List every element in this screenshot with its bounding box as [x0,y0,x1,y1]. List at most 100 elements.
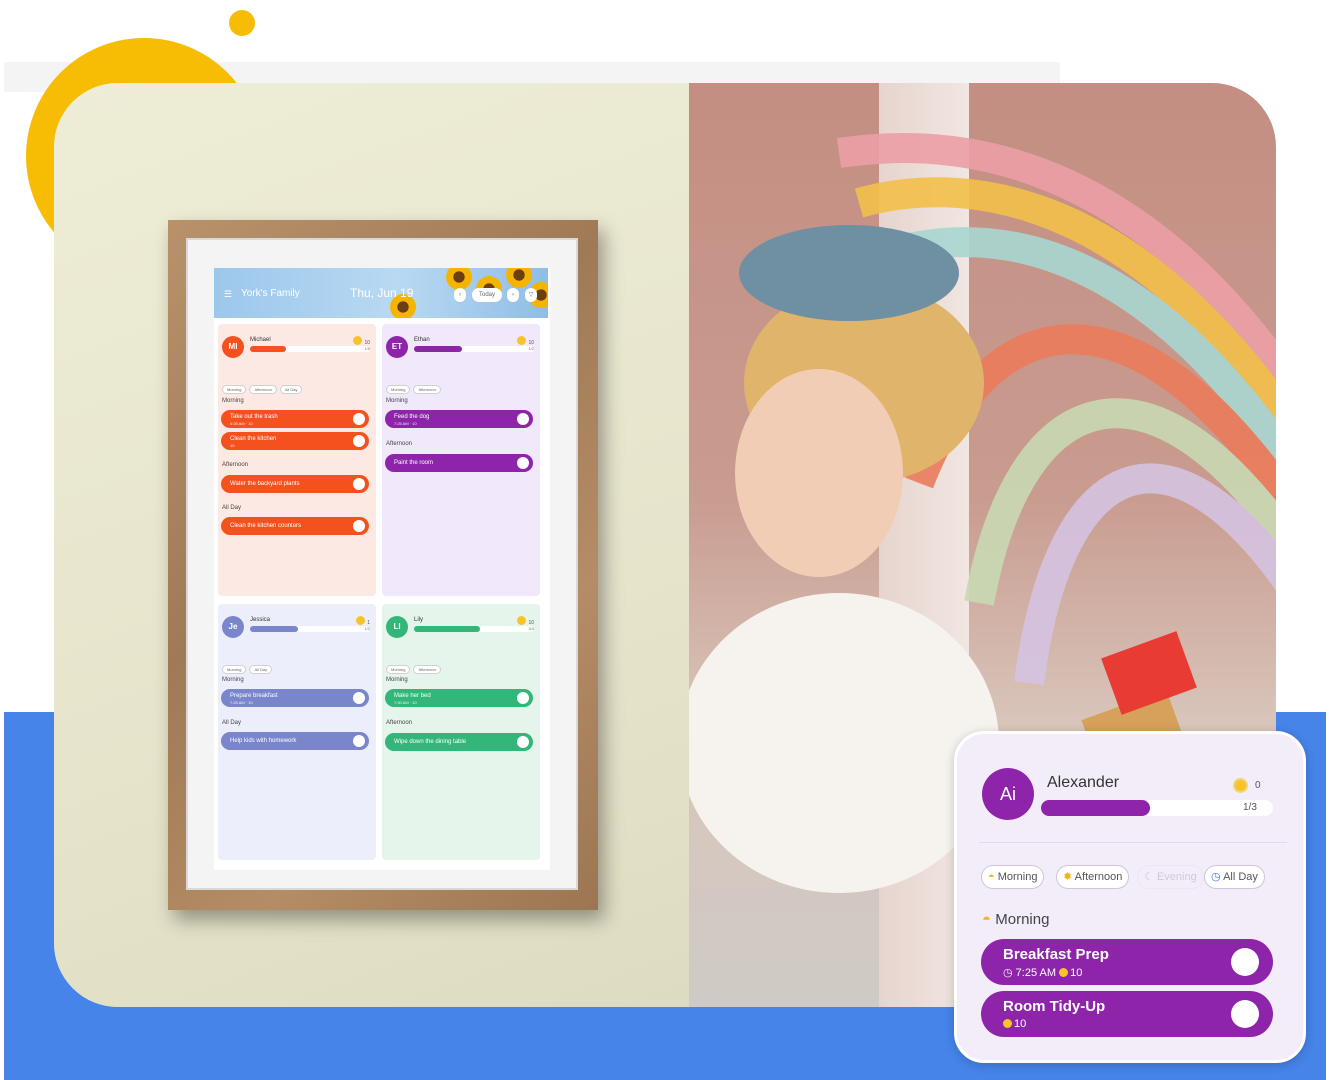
chip-morning[interactable]: Morning [386,385,411,394]
task-title: Clean the kitchen [230,436,277,442]
avatar[interactable]: Ai [982,768,1034,820]
coin-count: 1 [356,616,370,626]
progress-bar [414,346,534,352]
task-meta: 7:25 AM · 10 [394,421,417,426]
sunflower-decoration [446,268,472,290]
section-morning: Morning [386,398,408,404]
section-afternoon: Afternoon [386,720,413,726]
section-morning: Morning [222,398,244,404]
chip-morning[interactable]: Morning [386,665,411,674]
task-pill[interactable]: Clean the kitchen 10 [221,432,369,450]
task-checkbox[interactable] [517,692,529,704]
task-title: Feed the dog [394,414,430,420]
task-checkbox[interactable] [353,735,365,747]
menu-icon[interactable]: ☰ [224,289,232,300]
member-name: Lily [414,617,424,623]
clock-icon: ◷ [1003,967,1013,979]
task-title: Wipe down the dining table [394,739,467,745]
chevron-right-icon[interactable]: › [507,288,519,302]
progress-bar [250,626,370,632]
child-face [735,369,903,577]
task-checkbox[interactable] [1231,948,1259,976]
screen-header: ☰ York's Family Thu, Jun 19 ‹ Today › ▽ [214,268,548,318]
section-afternoon: Afternoon [386,441,413,447]
divider [979,842,1287,843]
member-name: Ethan [414,337,430,343]
task-time: 7:25 AM [1015,967,1057,979]
avatar[interactable]: ET [386,336,408,358]
brush-bristles [1101,631,1197,715]
task-pill[interactable]: Water the backyard plants [221,475,369,493]
task-checkbox[interactable] [353,413,365,425]
progress-fill [414,626,480,632]
task-pill-room-tidy-up[interactable]: Room Tidy-Up 10 [981,991,1273,1037]
coin-count: 10 [517,336,534,346]
member-column-lily: LI Lily 10 3/4 Morning Afternoon Morning … [382,604,540,860]
task-checkbox[interactable] [353,435,365,447]
task-pill[interactable]: Clean the kitchen counters [221,517,369,535]
filter-chips: Morning Afternoon [386,658,444,674]
today-button[interactable]: Today [472,288,502,302]
task-title: Take out the trash [230,414,278,420]
progress-bar [1041,800,1273,816]
task-pill-breakfast-prep[interactable]: Breakfast Prep ◷ 7:25 AM 10 [981,939,1273,985]
task-checkbox[interactable] [517,457,529,469]
chip-afternoon[interactable]: ✹ Afternoon [1056,865,1130,889]
filter-chips: Morning All Day [222,658,275,674]
avatar[interactable]: LI [386,616,408,638]
task-coins: 10 [1070,967,1083,979]
chevron-left-icon[interactable]: ‹ [454,288,466,302]
coin-icon [1003,1019,1012,1028]
clock-icon: ◷ [1211,871,1221,883]
section-label: Morning [995,911,1050,928]
sunrise-icon: ◓ [982,911,992,928]
header-date: Thu, Jun 19 [350,286,414,300]
task-pill[interactable]: Help kids with homework [221,732,369,750]
task-checkbox[interactable] [517,736,529,748]
chip-all-day[interactable]: All Day [279,385,303,394]
task-pill[interactable]: Prepare breakfast 7:25 AM · 10 [221,689,369,707]
task-meta: 7:25 AM · 10 [230,700,253,705]
filter-chips: Morning Afternoon All Day [222,378,305,394]
task-pill[interactable]: Feed the dog 7:25 AM · 10 [385,410,533,428]
chip-morning[interactable]: Morning [222,665,247,674]
sun-icon: ✹ [1063,871,1073,883]
chip-all-day[interactable]: ◷ All Day [1204,865,1265,889]
chip-afternoon[interactable]: Afternoon [413,665,441,674]
chip-label: Morning [997,871,1038,883]
coin-icon [353,336,363,345]
avatar[interactable]: MI [222,336,244,358]
task-count: 1/3 [1243,802,1257,813]
member-column-michael: MI Michael 10 1/5 Morning Afternoon All Da… [218,324,376,596]
chip-morning[interactable]: Morning [222,385,247,394]
task-checkbox[interactable] [517,413,529,425]
task-pill[interactable]: Paint the room [385,454,533,472]
coin-count: 10 [517,616,534,626]
progress-fill [250,626,298,632]
task-pill[interactable]: Make her bed 7:30 AM · 10 [385,689,533,707]
task-checkbox[interactable] [353,478,365,490]
coin-icon [517,616,527,625]
task-pill[interactable]: Wipe down the dining table [385,733,533,751]
sunrise-icon: ◓ [988,871,995,883]
chip-all-day[interactable]: All Day [249,665,273,674]
task-pill[interactable]: Take out the trash 6:26 AM · 10 [221,410,369,428]
coin-icon [356,616,366,625]
chip-label: Afternoon [1074,871,1123,883]
chip-label: Evening [1156,871,1197,883]
family-name: York's Family [241,288,300,299]
chip-afternoon[interactable]: Afternoon [413,385,441,394]
chip-afternoon[interactable]: Afternoon [249,385,277,394]
task-checkbox[interactable] [1231,1000,1259,1028]
task-checkbox[interactable] [353,520,365,532]
task-meta: 6:26 AM · 10 [230,421,253,426]
avatar[interactable]: Je [222,616,244,638]
filter-icon[interactable]: ▽ [525,288,537,302]
member-header: MI Michael 10 1/5 [222,336,372,366]
chip-label: All Day [1223,871,1258,883]
member-header: ET Ethan 10 1/2 [386,336,536,366]
section-morning: Morning [222,677,244,683]
chip-evening[interactable]: ☾ Evening [1137,865,1204,889]
task-checkbox[interactable] [353,692,365,704]
chip-morning[interactable]: ◓ Morning [981,865,1045,889]
